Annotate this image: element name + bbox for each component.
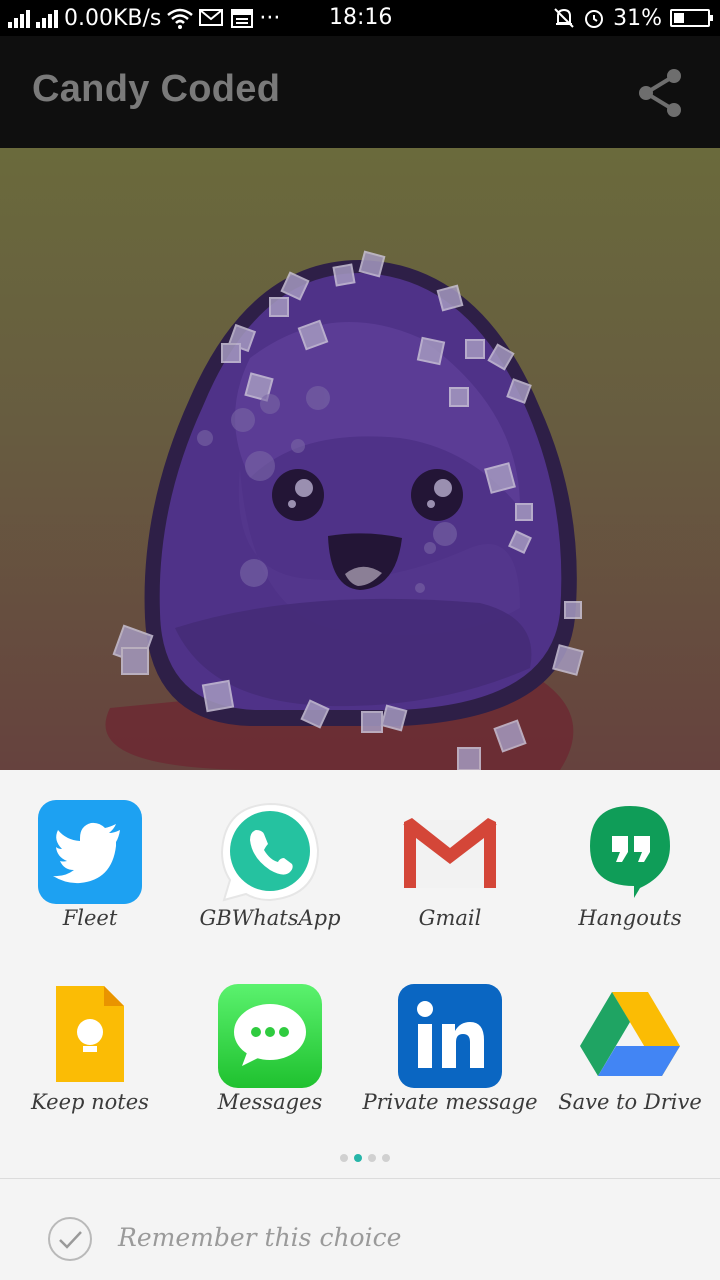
share-target-fleet[interactable]: Fleet <box>0 770 180 930</box>
more-notifications: ··· <box>259 5 281 31</box>
keep-icon <box>56 986 124 1082</box>
alarm-icon <box>585 10 604 28</box>
app-bar: Candy Coded <box>0 36 720 148</box>
app-label: Fleet <box>62 906 118 930</box>
share-target-messages[interactable]: Messages <box>180 954 360 1114</box>
share-target-private-message[interactable]: Private message <box>360 954 540 1114</box>
page-dot-active <box>354 1154 362 1162</box>
app-label: Private message <box>362 1090 538 1114</box>
battery-percent: 31% <box>613 5 662 31</box>
battery-icon <box>670 9 713 27</box>
share-sheet: Fleet GBWhatsApp Gmail Hangouts Keep not… <box>0 770 720 1280</box>
page-dot <box>340 1154 348 1162</box>
app-label: Gmail <box>418 906 482 930</box>
app-label: Save to Drive <box>558 1090 702 1114</box>
candy-illustration <box>105 250 584 770</box>
network-speed: 0.00KB/s <box>64 5 162 31</box>
remember-choice-label: Remember this choice <box>118 1223 402 1252</box>
status-right: 31% <box>553 4 713 32</box>
signal-icon-2 <box>36 8 58 28</box>
candy-image <box>0 148 720 770</box>
share-target-keep-notes[interactable]: Keep notes <box>0 954 180 1114</box>
checkmark-circle-icon[interactable] <box>47 1216 93 1262</box>
remember-choice-row[interactable]: Remember this choice <box>0 1179 720 1280</box>
linkedin-icon <box>398 984 502 1088</box>
whatsapp-icon <box>220 802 320 902</box>
page-dot <box>368 1154 376 1162</box>
app-label: GBWhatsApp <box>199 906 341 930</box>
share-target-hangouts[interactable]: Hangouts <box>540 770 720 930</box>
gmail-icon <box>403 818 497 888</box>
page-dot <box>382 1154 390 1162</box>
share-icon <box>639 69 681 117</box>
page-indicator <box>340 1154 390 1162</box>
status-bar: 0.00KB/s ··· 18:16 31% <box>0 0 720 36</box>
wifi-icon <box>167 8 194 29</box>
share-target-gmail[interactable]: Gmail <box>360 770 540 930</box>
app-title: Candy Coded <box>32 68 281 110</box>
share-button[interactable] <box>632 64 690 122</box>
app-label: Hangouts <box>578 906 682 930</box>
status-left: 0.00KB/s ··· <box>8 4 280 32</box>
clock: 18:16 <box>329 5 393 30</box>
calendar-icon <box>231 9 254 28</box>
share-target-gbwhatsapp[interactable]: GBWhatsApp <box>180 770 360 930</box>
hangouts-icon <box>590 806 670 898</box>
app-label: Keep notes <box>31 1090 149 1114</box>
share-target-save-to-drive[interactable]: Save to Drive <box>540 954 720 1114</box>
messages-icon <box>218 984 322 1088</box>
signal-icon <box>8 8 30 28</box>
drive-icon <box>580 992 680 1076</box>
twitter-bird-icon <box>38 800 142 904</box>
bell-off-icon <box>554 8 574 28</box>
app-label: Messages <box>217 1090 323 1114</box>
mail-icon <box>199 9 224 26</box>
